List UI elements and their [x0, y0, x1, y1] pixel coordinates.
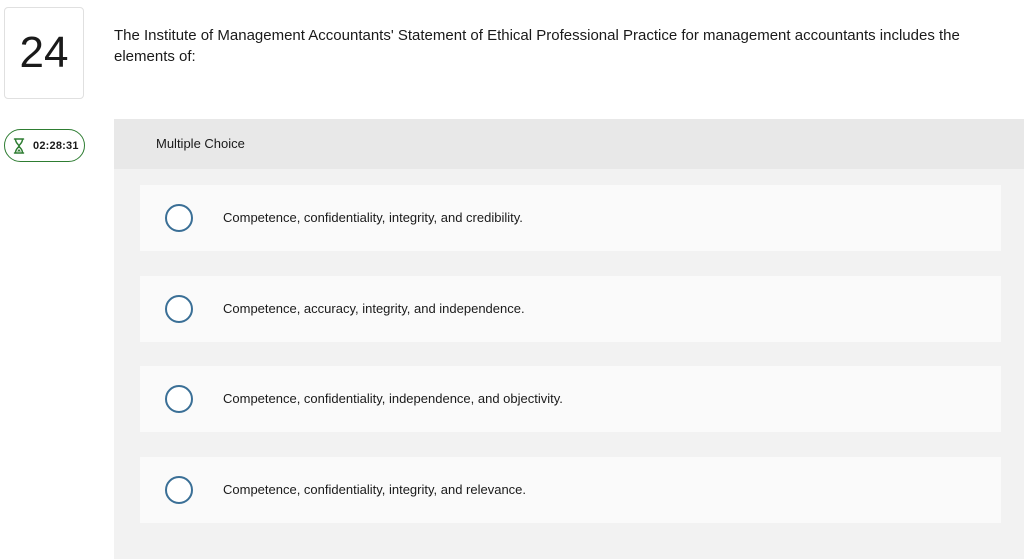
radio-button[interactable] — [165, 476, 193, 504]
choice-option-2[interactable]: Competence, accuracy, integrity, and ind… — [140, 276, 1001, 342]
choice-option-3[interactable]: Competence, confidentiality, independenc… — [140, 366, 1001, 432]
choice-label: Competence, accuracy, integrity, and ind… — [223, 301, 525, 316]
question-page: 24 02:28:31 The Institute of Management … — [0, 0, 1024, 559]
timer-value: 02:28:31 — [33, 139, 79, 152]
choice-label: Competence, confidentiality, integrity, … — [223, 482, 527, 497]
choice-option-1[interactable]: Competence, confidentiality, integrity, … — [140, 185, 1001, 251]
radio-button[interactable] — [165, 204, 193, 232]
question-type-header: Multiple Choice — [114, 119, 1024, 169]
choice-label: Competence, confidentiality, independenc… — [223, 391, 563, 406]
timer-badge[interactable]: 02:28:31 — [4, 129, 85, 162]
choice-option-4[interactable]: Competence, confidentiality, integrity, … — [140, 457, 1001, 523]
radio-button[interactable] — [165, 385, 193, 413]
radio-button[interactable] — [165, 295, 193, 323]
question-prompt: The Institute of Management Accountants'… — [114, 27, 960, 65]
answer-panel: Multiple Choice Competence, confidential… — [114, 119, 1024, 559]
choice-label: Competence, confidentiality, integrity, … — [223, 210, 523, 225]
question-number: 24 — [4, 7, 84, 99]
question-type-label: Multiple Choice — [156, 136, 245, 151]
hourglass-icon — [13, 137, 25, 154]
